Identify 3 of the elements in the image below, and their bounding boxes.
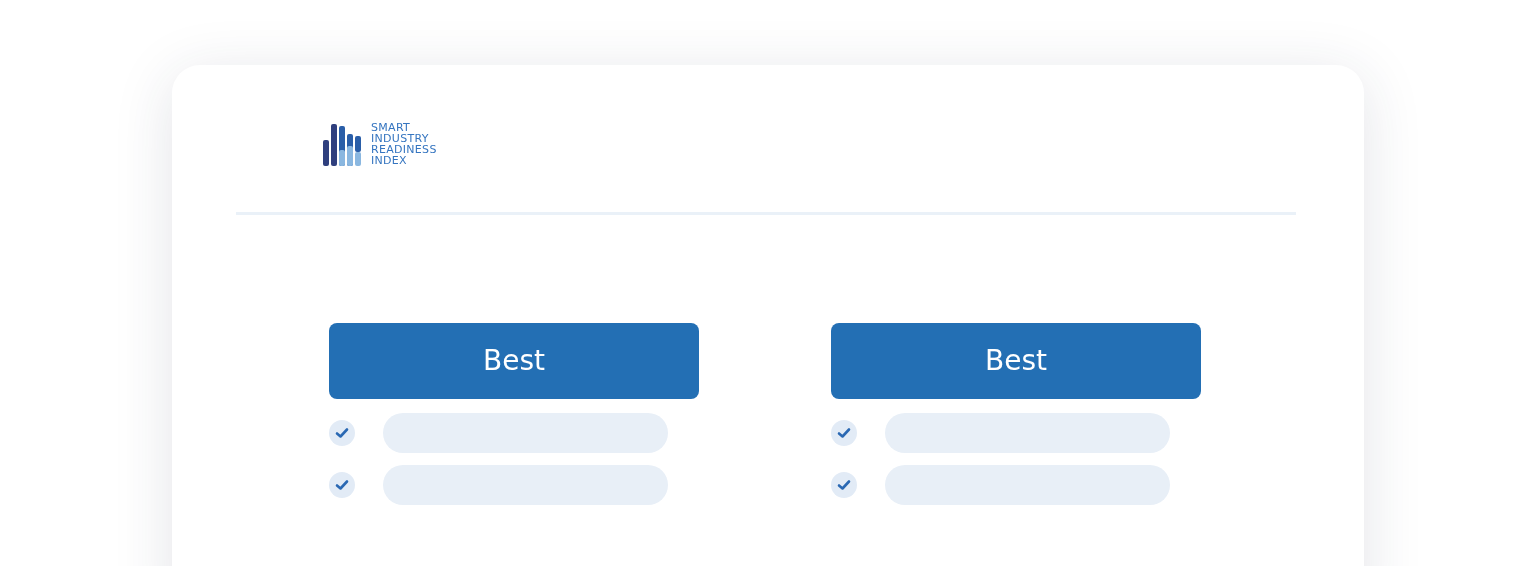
- plan-button[interactable]: Best: [831, 323, 1201, 399]
- logo-text: SMART INDUSTRY READINESS INDEX: [371, 122, 437, 166]
- plan-button[interactable]: Best: [329, 323, 699, 399]
